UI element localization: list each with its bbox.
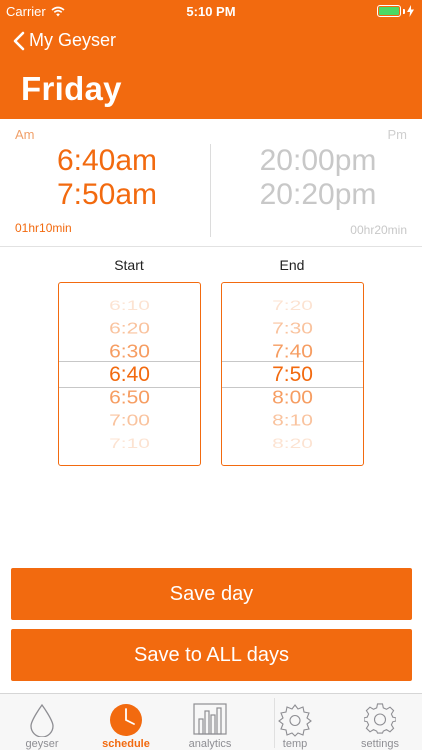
tab-geyser[interactable]: geyser [0, 694, 84, 750]
wheel-item[interactable]: 7:30 [222, 320, 363, 338]
chevron-left-icon [13, 31, 25, 50]
back-button[interactable]: My Geyser [12, 30, 116, 51]
bar-chart-icon [193, 703, 227, 735]
wheel-item[interactable]: 8:20 [222, 437, 363, 451]
page-title: Friday [21, 70, 122, 107]
tab-temp[interactable]: temp [253, 694, 337, 750]
wheel-item[interactable]: 7:10 [59, 437, 200, 451]
divider [210, 144, 211, 237]
wheel-item[interactable]: 8:00 [222, 388, 363, 407]
clock-icon [110, 704, 142, 736]
charging-icon [407, 5, 414, 17]
am-duration: 01hr10min [15, 221, 72, 235]
wheel-item[interactable]: 7:00 [59, 412, 200, 430]
am-end-time[interactable]: 7:50am [0, 178, 214, 212]
wheel-item-selected[interactable]: 7:50 [222, 364, 363, 386]
gear-icon [364, 703, 396, 734]
save-all-days-button[interactable]: Save to ALL days [11, 629, 412, 681]
wheel-item[interactable]: 6:30 [59, 342, 200, 361]
start-time-picker[interactable]: 6:10 6:20 6:30 6:40 6:50 7:00 7:10 [58, 282, 201, 466]
wheel-item[interactable]: 6:10 [59, 299, 200, 313]
time-summary: Am Pm 6:40am 7:50am 20:00pm 20:20pm 01hr… [0, 119, 422, 247]
pm-duration: 00hr20min [350, 223, 407, 237]
tab-bar: geyser schedule analytics temp settings [0, 693, 422, 750]
wheel-item[interactable]: 6:20 [59, 320, 200, 338]
tab-analytics-label: analytics [188, 738, 232, 750]
pm-label: Pm [387, 127, 408, 142]
pm-start-time[interactable]: 20:00pm [214, 144, 422, 178]
am-start-time[interactable]: 6:40am [0, 144, 214, 178]
end-time-picker[interactable]: 7:20 7:30 7:40 7:50 8:00 8:10 8:20 [221, 282, 364, 466]
wheel-item[interactable]: 7:20 [222, 299, 363, 313]
save-day-button[interactable]: Save day [11, 568, 412, 620]
back-button-label: My Geyser [29, 30, 117, 50]
status-time: 5:10 PM [186, 4, 236, 19]
tab-temp-label: temp [282, 738, 308, 750]
am-label: Am [15, 127, 35, 142]
battery-icon [377, 5, 414, 17]
wheel-item[interactable]: 6:50 [59, 388, 200, 407]
tab-settings[interactable]: settings [338, 694, 422, 750]
wheel-item-selected[interactable]: 6:40 [59, 364, 200, 386]
tab-analytics[interactable]: analytics [168, 694, 252, 750]
wheel-item[interactable]: 7:40 [222, 342, 363, 361]
tab-schedule-label: schedule [102, 738, 150, 750]
end-picker-label: End [279, 257, 305, 273]
app-header: Carrier 5:10 PM My Geyser Friday [0, 0, 422, 119]
drop-icon [30, 703, 54, 737]
pm-end-time[interactable]: 20:20pm [214, 178, 422, 212]
gear-outline-icon [278, 704, 312, 737]
wheel-item[interactable]: 8:10 [222, 412, 363, 430]
tab-schedule[interactable]: schedule [84, 694, 168, 750]
start-picker-label: Start [114, 257, 144, 273]
tab-settings-label: settings [361, 738, 399, 750]
status-bar: Carrier 5:10 PM [0, 0, 422, 22]
tab-geyser-label: geyser [25, 738, 59, 750]
